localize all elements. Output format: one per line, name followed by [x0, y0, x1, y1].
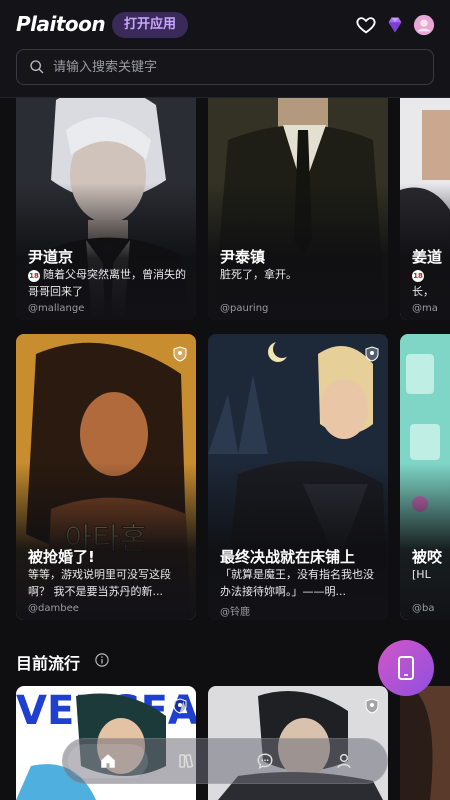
info-icon[interactable] [95, 653, 109, 667]
story-card[interactable]: 尹道京 18 随着父母突然离世，曾消失的哥哥回来了 @mallange [16, 70, 196, 320]
story-card[interactable]: 尹泰镇 脏死了，拿开。 @pauring [208, 70, 388, 320]
story-card[interactable]: 被咬 [HL @ba [400, 334, 450, 620]
card-title: 被抢婚了! [28, 548, 95, 566]
open-app-button[interactable]: 打开应用 [112, 12, 189, 38]
chat-bubble-icon [257, 753, 273, 770]
phone-icon [398, 656, 414, 680]
card-description: [HL [412, 568, 431, 581]
card-description: 脏死了，拿开。 [220, 268, 297, 281]
heart-icon[interactable] [355, 14, 377, 36]
book-icon [179, 754, 194, 768]
search-icon [30, 60, 44, 74]
tab-library[interactable] [146, 744, 226, 778]
shield-icon [365, 698, 379, 714]
card-description-text: 随着父母突然离世，曾消失的哥哥回来了 [28, 268, 186, 298]
card-description: 「就算是魔王，没有指名我也没办法接待妳啊。」——明... [220, 568, 374, 598]
shield-icon [173, 346, 187, 362]
card-title: 姜道 [412, 248, 443, 266]
search-bar[interactable] [16, 49, 434, 85]
adult-18-icon: 18 [412, 270, 424, 282]
shield-icon [365, 346, 379, 362]
card-title: 尹泰镇 [220, 248, 266, 266]
card-author[interactable]: @ma [412, 303, 438, 314]
home-icon [101, 754, 115, 768]
card-author[interactable]: @pauring [220, 303, 268, 314]
card-author[interactable]: @ba [412, 603, 434, 614]
card-title: 尹道京 [28, 248, 74, 266]
card-author[interactable]: @mallange [28, 303, 84, 314]
app-logo[interactable]: Plaitoon [16, 12, 106, 36]
card-description: 18 长， [412, 266, 450, 300]
card-description: 等等，游戏说明里可没写这段啊？ 我不是要当苏丹的新... [28, 568, 171, 598]
card-description: 18 随着父母突然离世，曾消失的哥哥回来了 [28, 266, 188, 300]
character-artwork [400, 686, 450, 800]
search-input[interactable] [53, 50, 423, 84]
story-card[interactable] [400, 686, 450, 800]
card-description-text: 长， [412, 285, 434, 298]
story-card[interactable]: 姜道 18 长， @ma [400, 70, 450, 320]
card-author[interactable]: @铃鹿 [220, 603, 250, 618]
tab-home[interactable] [68, 744, 148, 778]
tab-profile[interactable] [304, 744, 384, 778]
bottom-tab-bar [62, 738, 388, 784]
card-author[interactable]: @dambee [28, 603, 79, 614]
section-title: 目前流行 [16, 654, 81, 673]
user-icon [337, 753, 351, 769]
tab-chat[interactable] [225, 744, 305, 778]
top-header: Plaitoon 打开应用 [0, 0, 450, 98]
adult-18-icon: 18 [28, 270, 40, 282]
gem-icon[interactable] [384, 14, 406, 36]
story-card[interactable]: 아타혼 被抢婚了! 等等，游戏说明里可没写这段啊？ 我不是要当苏丹的新... @… [16, 334, 196, 620]
shield-icon [173, 698, 187, 714]
card-title: 最终决战就在床铺上 [220, 548, 356, 566]
avatar[interactable] [413, 14, 435, 36]
story-card[interactable]: 最终决战就在床铺上 「就算是魔王，没有指名我也没办法接待妳啊。」——明... @… [208, 334, 388, 620]
card-title: 被咬 [412, 548, 443, 566]
mobile-app-fab[interactable] [378, 640, 434, 696]
